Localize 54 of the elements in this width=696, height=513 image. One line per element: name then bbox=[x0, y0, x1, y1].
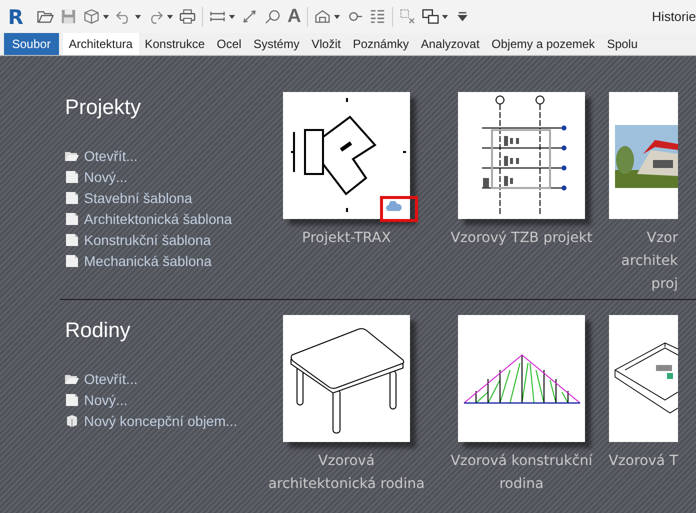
folder-icon bbox=[65, 150, 79, 162]
link[interactable]: Nový... bbox=[84, 392, 128, 408]
document-icon bbox=[65, 170, 79, 182]
caret-icon[interactable] bbox=[135, 14, 142, 18]
caret-icon[interactable] bbox=[229, 14, 236, 18]
ribbon-tab[interactable]: Konstrukce bbox=[138, 33, 211, 55]
thumbnail-caption[interactable]: Projekt-TRAX bbox=[302, 227, 391, 250]
link[interactable]: Nový... bbox=[84, 168, 128, 184]
caret-icon[interactable] bbox=[103, 14, 110, 18]
close-windows-icon[interactable] bbox=[399, 8, 416, 25]
document-icon bbox=[65, 212, 79, 224]
ribbon-tab[interactable]: Vložit bbox=[305, 33, 347, 55]
ribbon-tab[interactable]: Poznámky bbox=[346, 33, 415, 55]
link[interactable]: Nový koncepční objem... bbox=[84, 412, 238, 428]
document-icon bbox=[65, 254, 79, 266]
switch-windows-icon[interactable] bbox=[422, 8, 440, 25]
document-icon bbox=[65, 394, 79, 406]
cube-icon bbox=[65, 414, 79, 426]
ribbon-tab[interactable]: Systémy bbox=[247, 33, 306, 55]
ribbon-tab[interactable]: Architektura bbox=[62, 33, 139, 55]
open-folder-icon[interactable] bbox=[37, 8, 54, 25]
app-logo[interactable]: R bbox=[8, 4, 24, 28]
ribbon-tab[interactable]: Spolu bbox=[600, 33, 644, 55]
caret-icon[interactable] bbox=[167, 14, 174, 18]
print-icon[interactable] bbox=[179, 8, 196, 25]
link[interactable]: Otevřít... bbox=[84, 370, 138, 386]
save-icon[interactable] bbox=[60, 8, 78, 25]
cube-icon[interactable] bbox=[83, 8, 100, 25]
thumbnail-caption[interactable]: Vzorová architektonická rodina bbox=[268, 450, 425, 496]
file-tab[interactable]: Soubor bbox=[4, 33, 59, 55]
thumbnail-caption[interactable]: Vzorová T bbox=[609, 450, 678, 473]
link[interactable]: Architektonická šablona bbox=[84, 210, 232, 226]
dimension-icon[interactable] bbox=[241, 8, 258, 25]
caret-icon[interactable] bbox=[334, 14, 340, 18]
ribbon-tab[interactable]: Analyzovat bbox=[414, 33, 486, 55]
folder-icon bbox=[65, 372, 79, 384]
link[interactable]: Mechanická šablona bbox=[84, 252, 212, 268]
document-icon bbox=[65, 192, 79, 204]
link[interactable]: Konstrukční šablona bbox=[84, 232, 211, 248]
ribbon-tab[interactable]: Ocel bbox=[210, 33, 248, 55]
thumbnail-caption[interactable]: Vzor architek proj bbox=[609, 227, 678, 296]
section-title: Projekty bbox=[65, 96, 142, 120]
house-icon[interactable] bbox=[314, 8, 332, 25]
document-icon bbox=[65, 234, 79, 246]
thumbnail-caption[interactable]: Vzorový TZB projekt bbox=[450, 227, 592, 250]
caret-icon[interactable] bbox=[442, 14, 448, 18]
list-icon[interactable] bbox=[369, 8, 386, 25]
text-tool[interactable]: A bbox=[287, 6, 302, 28]
thumbnail-caption[interactable]: Vzorová konstrukční rodina bbox=[450, 450, 592, 496]
link[interactable]: Otevřít... bbox=[84, 148, 138, 164]
link[interactable]: Stavební šablona bbox=[84, 190, 192, 206]
history-label: Historie bbox=[652, 9, 696, 24]
section-title: Rodiny bbox=[65, 319, 132, 343]
ribbon-tab[interactable]: Objemy a pozemek bbox=[486, 33, 601, 55]
